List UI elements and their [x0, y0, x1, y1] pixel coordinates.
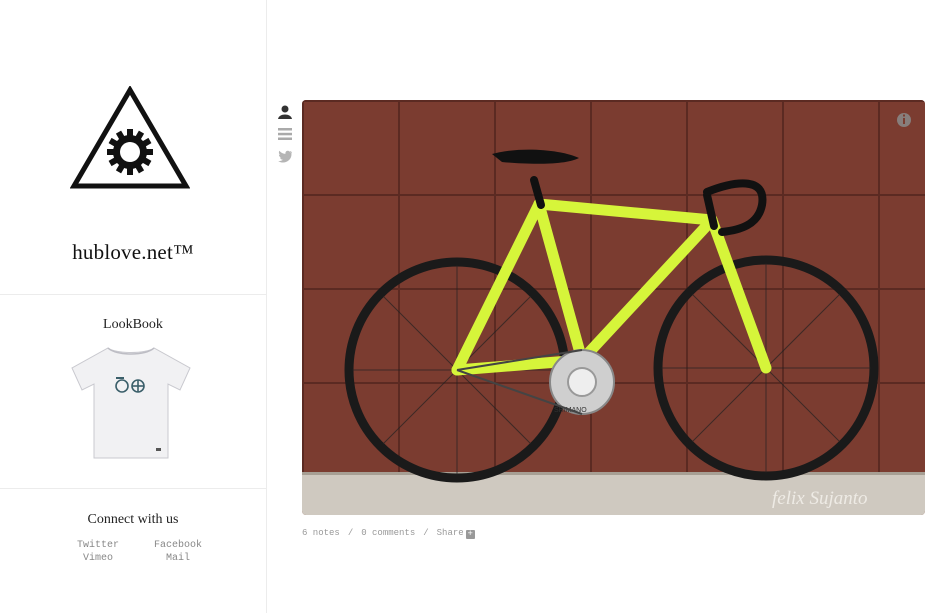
site-title[interactable]: hublove.net™ — [0, 240, 266, 265]
share-plus-icon[interactable]: + — [465, 530, 475, 539]
lookbook-title[interactable]: LookBook — [0, 317, 266, 333]
mail-link[interactable]: Mail — [138, 553, 218, 564]
post-photo[interactable]: SHIMANO felix Sujanto — [302, 100, 925, 515]
twitter-bird-icon[interactable] — [277, 148, 293, 164]
twitter-link[interactable]: Twitter — [58, 540, 138, 551]
list-icon[interactable] — [277, 126, 293, 142]
info-icon[interactable] — [897, 113, 911, 127]
share-link[interactable]: Share — [437, 528, 464, 538]
lookbook-tshirt-image[interactable] — [68, 344, 194, 462]
person-icon[interactable] — [277, 104, 293, 120]
sidebar: hublove.net™ LookBook Connect with us Tw… — [0, 0, 267, 613]
vimeo-link[interactable]: Vimeo — [58, 553, 138, 564]
sidebar-divider — [0, 488, 266, 489]
bike-photo-illustration: SHIMANO felix Sujanto — [302, 100, 925, 515]
sidebar-divider — [0, 294, 266, 295]
logo-triangle-gear-icon[interactable] — [70, 86, 190, 190]
post-side-icons — [277, 104, 293, 170]
connect-links: Twitter Facebook Vimeo Mail — [58, 540, 218, 564]
post-meta: 6 notes/0 comments / Share + — [302, 528, 475, 539]
comments-link[interactable]: 0 comments — [361, 528, 415, 538]
notes-link[interactable]: 6 notes — [302, 528, 340, 538]
facebook-link[interactable]: Facebook — [138, 540, 218, 551]
connect-title: Connect with us — [87, 512, 179, 527]
photo-watermark: felix Sujanto — [772, 488, 868, 509]
